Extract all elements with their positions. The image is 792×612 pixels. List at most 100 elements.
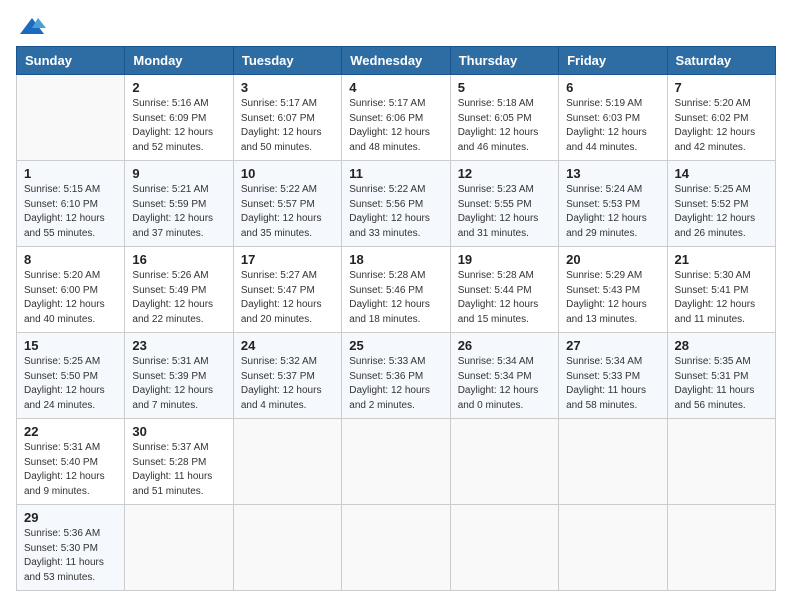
- calendar-cell: [17, 75, 125, 161]
- day-number: 14: [675, 166, 768, 181]
- day-info: Sunrise: 5:28 AM Sunset: 5:44 PM Dayligh…: [458, 269, 551, 327]
- day-info: Sunrise: 5:18 AM Sunset: 6:05 PM Dayligh…: [458, 97, 551, 155]
- calendar-cell: 5 Sunrise: 5:18 AM Sunset: 6:05 PM Dayli…: [450, 75, 558, 161]
- calendar-cell: 25 Sunrise: 5:33 AM Sunset: 5:36 PM Dayl…: [342, 333, 450, 419]
- day-number: 3: [241, 80, 334, 95]
- day-info: Sunrise: 5:32 AM Sunset: 5:37 PM Dayligh…: [241, 355, 334, 413]
- day-number: 19: [458, 252, 551, 267]
- day-number: 25: [349, 338, 442, 353]
- day-info: Sunrise: 5:33 AM Sunset: 5:36 PM Dayligh…: [349, 355, 442, 413]
- calendar-cell: 8 Sunrise: 5:20 AM Sunset: 6:00 PM Dayli…: [17, 247, 125, 333]
- calendar-cell: 4 Sunrise: 5:17 AM Sunset: 6:06 PM Dayli…: [342, 75, 450, 161]
- calendar-cell: 29 Sunrise: 5:36 AM Sunset: 5:30 PM Dayl…: [17, 505, 125, 591]
- col-header-friday: Friday: [559, 47, 667, 75]
- day-info: Sunrise: 5:30 AM Sunset: 5:41 PM Dayligh…: [675, 269, 768, 327]
- day-number: 5: [458, 80, 551, 95]
- day-number: 12: [458, 166, 551, 181]
- day-info: Sunrise: 5:16 AM Sunset: 6:09 PM Dayligh…: [132, 97, 225, 155]
- day-number: 9: [132, 166, 225, 181]
- day-info: Sunrise: 5:24 AM Sunset: 5:53 PM Dayligh…: [566, 183, 659, 241]
- day-info: Sunrise: 5:34 AM Sunset: 5:34 PM Dayligh…: [458, 355, 551, 413]
- calendar-cell: 2 Sunrise: 5:16 AM Sunset: 6:09 PM Dayli…: [125, 75, 233, 161]
- day-info: Sunrise: 5:27 AM Sunset: 5:47 PM Dayligh…: [241, 269, 334, 327]
- day-number: 30: [132, 424, 225, 439]
- day-info: Sunrise: 5:17 AM Sunset: 6:07 PM Dayligh…: [241, 97, 334, 155]
- col-header-wednesday: Wednesday: [342, 47, 450, 75]
- day-number: 4: [349, 80, 442, 95]
- day-info: Sunrise: 5:25 AM Sunset: 5:50 PM Dayligh…: [24, 355, 117, 413]
- calendar-cell: 1 Sunrise: 5:15 AM Sunset: 6:10 PM Dayli…: [17, 161, 125, 247]
- day-number: 16: [132, 252, 225, 267]
- day-info: Sunrise: 5:17 AM Sunset: 6:06 PM Dayligh…: [349, 97, 442, 155]
- day-number: 17: [241, 252, 334, 267]
- page-header: [16, 16, 776, 36]
- day-number: 20: [566, 252, 659, 267]
- calendar-cell: 14 Sunrise: 5:25 AM Sunset: 5:52 PM Dayl…: [667, 161, 775, 247]
- calendar-cell: [450, 419, 558, 505]
- calendar-cell: 28 Sunrise: 5:35 AM Sunset: 5:31 PM Dayl…: [667, 333, 775, 419]
- day-number: 29: [24, 510, 117, 525]
- day-info: Sunrise: 5:22 AM Sunset: 5:57 PM Dayligh…: [241, 183, 334, 241]
- day-number: 11: [349, 166, 442, 181]
- calendar-cell: [667, 505, 775, 591]
- calendar-cell: [233, 505, 341, 591]
- col-header-thursday: Thursday: [450, 47, 558, 75]
- calendar-week-0: 2 Sunrise: 5:16 AM Sunset: 6:09 PM Dayli…: [17, 75, 776, 161]
- calendar-cell: [233, 419, 341, 505]
- day-number: 23: [132, 338, 225, 353]
- day-info: Sunrise: 5:20 AM Sunset: 6:02 PM Dayligh…: [675, 97, 768, 155]
- calendar-cell: 27 Sunrise: 5:34 AM Sunset: 5:33 PM Dayl…: [559, 333, 667, 419]
- day-info: Sunrise: 5:25 AM Sunset: 5:52 PM Dayligh…: [675, 183, 768, 241]
- day-info: Sunrise: 5:21 AM Sunset: 5:59 PM Dayligh…: [132, 183, 225, 241]
- col-header-monday: Monday: [125, 47, 233, 75]
- day-number: 10: [241, 166, 334, 181]
- day-number: 27: [566, 338, 659, 353]
- calendar-week-4: 22 Sunrise: 5:31 AM Sunset: 5:40 PM Dayl…: [17, 419, 776, 505]
- day-info: Sunrise: 5:15 AM Sunset: 6:10 PM Dayligh…: [24, 183, 117, 241]
- calendar-cell: 30 Sunrise: 5:37 AM Sunset: 5:28 PM Dayl…: [125, 419, 233, 505]
- day-number: 24: [241, 338, 334, 353]
- logo: [16, 16, 48, 36]
- day-number: 15: [24, 338, 117, 353]
- day-info: Sunrise: 5:28 AM Sunset: 5:46 PM Dayligh…: [349, 269, 442, 327]
- day-number: 22: [24, 424, 117, 439]
- calendar-cell: [125, 505, 233, 591]
- calendar-cell: [342, 419, 450, 505]
- day-info: Sunrise: 5:19 AM Sunset: 6:03 PM Dayligh…: [566, 97, 659, 155]
- calendar-cell: 9 Sunrise: 5:21 AM Sunset: 5:59 PM Dayli…: [125, 161, 233, 247]
- day-number: 28: [675, 338, 768, 353]
- col-header-sunday: Sunday: [17, 47, 125, 75]
- calendar-cell: [450, 505, 558, 591]
- day-info: Sunrise: 5:31 AM Sunset: 5:40 PM Dayligh…: [24, 441, 117, 499]
- calendar-week-5: 29 Sunrise: 5:36 AM Sunset: 5:30 PM Dayl…: [17, 505, 776, 591]
- day-info: Sunrise: 5:35 AM Sunset: 5:31 PM Dayligh…: [675, 355, 768, 413]
- day-number: 2: [132, 80, 225, 95]
- day-info: Sunrise: 5:37 AM Sunset: 5:28 PM Dayligh…: [132, 441, 225, 499]
- logo-icon: [18, 16, 46, 36]
- day-number: 18: [349, 252, 442, 267]
- calendar-cell: 22 Sunrise: 5:31 AM Sunset: 5:40 PM Dayl…: [17, 419, 125, 505]
- calendar-cell: 21 Sunrise: 5:30 AM Sunset: 5:41 PM Dayl…: [667, 247, 775, 333]
- day-number: 13: [566, 166, 659, 181]
- day-info: Sunrise: 5:31 AM Sunset: 5:39 PM Dayligh…: [132, 355, 225, 413]
- day-info: Sunrise: 5:20 AM Sunset: 6:00 PM Dayligh…: [24, 269, 117, 327]
- calendar-cell: 3 Sunrise: 5:17 AM Sunset: 6:07 PM Dayli…: [233, 75, 341, 161]
- calendar-cell: 15 Sunrise: 5:25 AM Sunset: 5:50 PM Dayl…: [17, 333, 125, 419]
- calendar-cell: 18 Sunrise: 5:28 AM Sunset: 5:46 PM Dayl…: [342, 247, 450, 333]
- col-header-tuesday: Tuesday: [233, 47, 341, 75]
- day-number: 6: [566, 80, 659, 95]
- calendar-cell: [559, 419, 667, 505]
- day-number: 7: [675, 80, 768, 95]
- calendar-week-2: 8 Sunrise: 5:20 AM Sunset: 6:00 PM Dayli…: [17, 247, 776, 333]
- calendar-cell: 10 Sunrise: 5:22 AM Sunset: 5:57 PM Dayl…: [233, 161, 341, 247]
- day-info: Sunrise: 5:22 AM Sunset: 5:56 PM Dayligh…: [349, 183, 442, 241]
- calendar-cell: 17 Sunrise: 5:27 AM Sunset: 5:47 PM Dayl…: [233, 247, 341, 333]
- calendar-cell: 23 Sunrise: 5:31 AM Sunset: 5:39 PM Dayl…: [125, 333, 233, 419]
- calendar-cell: 19 Sunrise: 5:28 AM Sunset: 5:44 PM Dayl…: [450, 247, 558, 333]
- calendar-week-1: 1 Sunrise: 5:15 AM Sunset: 6:10 PM Dayli…: [17, 161, 776, 247]
- calendar-header-row: SundayMondayTuesdayWednesdayThursdayFrid…: [17, 47, 776, 75]
- calendar-cell: 16 Sunrise: 5:26 AM Sunset: 5:49 PM Dayl…: [125, 247, 233, 333]
- calendar-cell: [342, 505, 450, 591]
- col-header-saturday: Saturday: [667, 47, 775, 75]
- day-number: 1: [24, 166, 117, 181]
